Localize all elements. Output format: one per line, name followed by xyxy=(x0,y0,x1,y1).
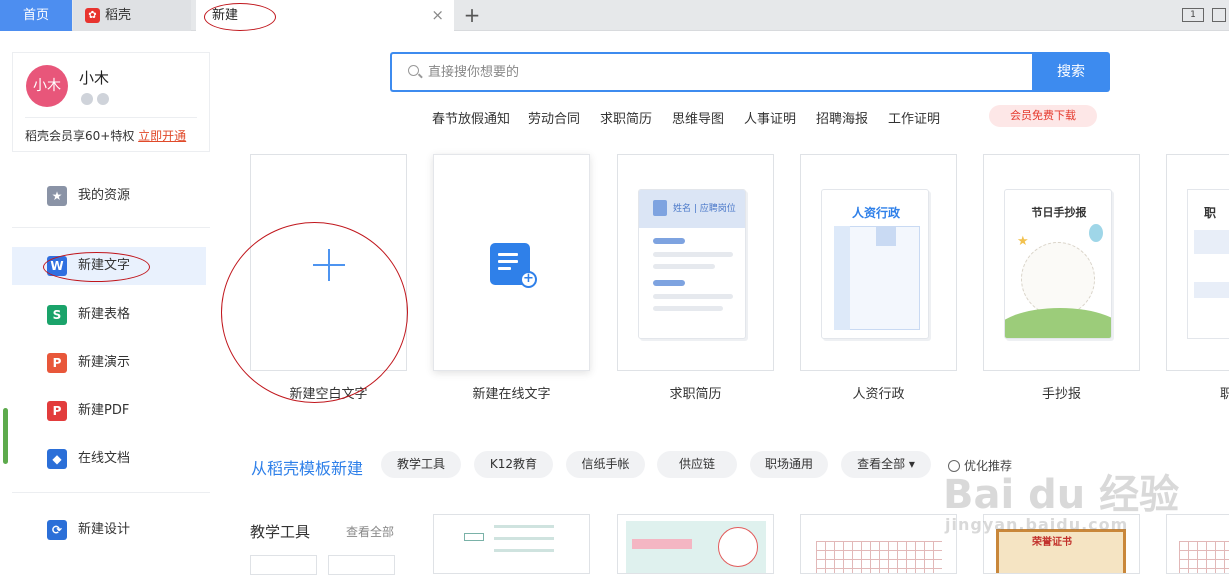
scrollbar[interactable] xyxy=(3,408,8,464)
workplace-card[interactable]: 职 xyxy=(1166,154,1229,371)
resume-thumbnail: 姓名 | 应聘岗位 xyxy=(638,189,746,339)
filter-box[interactable] xyxy=(328,555,395,575)
card-label: 手抄报 xyxy=(1041,387,1081,402)
search-input[interactable] xyxy=(428,62,1008,82)
template-thumb-newspaper[interactable] xyxy=(617,514,774,574)
sidebar-item-label: 我的资源 xyxy=(78,188,131,203)
member-badge-icon xyxy=(97,93,109,105)
close-tab-icon[interactable]: × xyxy=(431,0,444,31)
chip-letter-paper[interactable]: 信纸手帐 xyxy=(566,451,645,478)
card-label: 人资行政 xyxy=(852,387,905,402)
window-layout-button[interactable]: 1 xyxy=(1182,8,1204,22)
level-badge-icon xyxy=(81,93,93,105)
hr-thumb-title: 人资行政 xyxy=(851,206,900,220)
annotation-ellipse xyxy=(221,222,408,403)
tab-home[interactable]: 首页 xyxy=(0,0,72,31)
sidebar-item-new-sheet[interactable]: S 新建表格 xyxy=(12,296,206,334)
template-thumb-mindmap[interactable] xyxy=(433,514,590,574)
certificate-thumb-title: 荣誉证书 xyxy=(1032,537,1072,548)
hr-admin-card[interactable]: 人资行政 xyxy=(800,154,957,371)
hot-tag[interactable]: 春节放假通知 xyxy=(432,108,510,127)
workplace-thumb-title: 职 xyxy=(1204,206,1217,220)
sidebar-item-label: 新建表格 xyxy=(78,307,131,322)
vip-text: 稻壳会员享60+特权 xyxy=(25,129,135,143)
tab-daoke[interactable]: ✿ 稻壳 xyxy=(73,0,191,31)
card-label: 职 xyxy=(1220,387,1229,402)
window-restore-button[interactable] xyxy=(1212,8,1226,22)
tab-daoke-label: 稻壳 xyxy=(105,8,132,23)
sidebar-divider xyxy=(12,492,210,493)
chip-k12[interactable]: K12教育 xyxy=(474,451,553,478)
watermark-brand: Bai du 经验 xyxy=(943,472,1180,518)
sidebar-item-my-resources[interactable]: ★ 我的资源 xyxy=(12,177,206,215)
chip-teaching-tools[interactable]: 教学工具 xyxy=(381,451,461,478)
vip-download-badge[interactable]: 会员免费下载 xyxy=(989,105,1097,127)
search-button[interactable]: 搜索 xyxy=(1032,52,1110,92)
sidebar-item-new-design[interactable]: ⟳ 新建设计 xyxy=(12,511,206,549)
template-thumb-partial[interactable] xyxy=(1166,514,1229,574)
hot-tag[interactable]: 劳动合同 xyxy=(528,108,580,127)
hot-tag[interactable]: 思维导图 xyxy=(672,108,724,127)
avatar[interactable]: 小木 xyxy=(26,65,68,107)
hr-admin-thumbnail: 人资行政 xyxy=(821,189,929,339)
vip-promo: 稻壳会员享60+特权 立即开通 xyxy=(25,127,186,144)
handwritten-newspaper-card[interactable]: 节日手抄报 ★ xyxy=(983,154,1140,371)
search-box[interactable] xyxy=(390,52,1034,92)
profile-card: 小木 小木 稻壳会员享60+特权 立即开通 xyxy=(12,52,210,152)
cloud-doc-icon: ◆ xyxy=(47,449,67,469)
hot-tag[interactable]: 招聘海报 xyxy=(816,108,868,127)
sheet-icon: S xyxy=(47,305,67,325)
resume-card[interactable]: 姓名 | 应聘岗位 xyxy=(617,154,774,371)
hot-tag[interactable]: 工作证明 xyxy=(888,108,940,127)
sidebar-item-label: 新建PDF xyxy=(78,403,130,418)
filter-box[interactable] xyxy=(250,555,317,575)
star-icon: ★ xyxy=(47,186,67,206)
section-title: 教学工具 xyxy=(250,523,311,541)
annotation-ellipse xyxy=(204,3,276,31)
hot-tag[interactable]: 人事证明 xyxy=(744,108,796,127)
pdf-icon: P xyxy=(47,401,67,421)
hot-tag[interactable]: 求职简历 xyxy=(600,108,652,127)
section-view-all-link[interactable]: 查看全部 xyxy=(346,523,394,540)
sidebar-item-new-pdf[interactable]: P 新建PDF xyxy=(12,392,206,430)
annotation-ellipse xyxy=(43,252,150,282)
sidebar-divider xyxy=(12,227,210,228)
watermark-url: jingyan.baidu.com xyxy=(945,515,1129,534)
online-doc-icon: + xyxy=(490,243,537,288)
new-online-doc-card[interactable]: + xyxy=(433,154,590,371)
add-tab-button[interactable]: + xyxy=(462,0,482,31)
newspaper-thumbnail: 节日手抄报 ★ xyxy=(1004,189,1112,339)
chip-view-all-dropdown[interactable]: 查看全部 ▾ xyxy=(841,451,931,478)
template-thumb-composition[interactable] xyxy=(800,514,957,574)
chip-workplace[interactable]: 职场通用 xyxy=(750,451,828,478)
tab-bar: 首页 ✿ 稻壳 新建 × + 1 xyxy=(0,0,1229,31)
sidebar-item-label: 在线文档 xyxy=(78,451,131,466)
sidebar-item-new-presentation[interactable]: P 新建演示 xyxy=(12,344,206,382)
search-icon xyxy=(408,65,419,76)
username: 小木 xyxy=(79,69,110,87)
sidebar-item-label: 新建设计 xyxy=(78,522,131,537)
profile-divider xyxy=(25,117,197,118)
resume-thumb-title: 姓名 | 应聘岗位 xyxy=(673,204,736,214)
ppt-icon: P xyxy=(47,353,67,373)
chip-supply-chain[interactable]: 供应链 xyxy=(657,451,737,478)
template-section-title: 从稻壳模板新建 xyxy=(251,459,364,478)
vip-open-link[interactable]: 立即开通 xyxy=(138,129,186,143)
card-label: 求职简历 xyxy=(669,387,722,402)
sidebar-item-online-doc[interactable]: ◆ 在线文档 xyxy=(12,440,206,478)
daoke-logo-icon: ✿ xyxy=(85,8,100,23)
sidebar-item-label: 新建演示 xyxy=(78,355,131,370)
newspaper-thumb-title: 节日手抄报 xyxy=(1031,206,1087,219)
card-label: 新建在线文字 xyxy=(472,387,551,402)
design-icon: ⟳ xyxy=(47,520,67,540)
